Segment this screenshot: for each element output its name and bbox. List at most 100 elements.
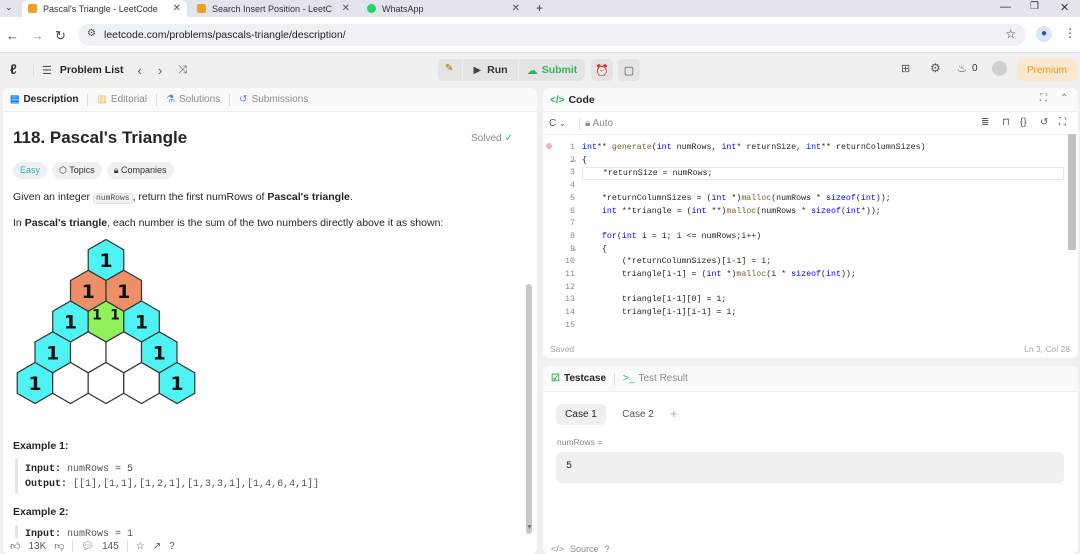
code-icon: </> [550,94,565,106]
fullscreen-icon[interactable]: ⛶ [1059,117,1066,128]
solved-label: Solved [471,133,502,144]
description-scrollbar[interactable] [526,284,532,534]
companies-chip[interactable]: 🔒︎ Companies [106,162,174,179]
description-footer: 👍︎ 13K 👎︎ 💬︎ 145 ☆ ↗ ? [3,538,537,554]
tab-solutions[interactable]: ⚗ Solutions [166,94,220,105]
site-info-icon[interactable]: ⚙ [87,28,96,39]
line-number: 3 [570,168,575,178]
run-label: Run [487,64,508,76]
case-2-tab[interactable]: Case 2 [613,404,663,425]
divider [229,93,231,106]
play-icon: ▶ [473,64,482,76]
browser-tab-whatsapp[interactable]: WhatsApp ✕ [361,0,526,17]
code-line: { [582,244,607,254]
problem-list-button[interactable]: Problem List [60,64,124,76]
minimize-button[interactable]: — [1000,1,1011,13]
line-number: 14 [565,308,575,318]
restore-button[interactable]: ❐ [1030,1,1039,12]
cloud-upload-icon: ☁ [526,64,538,77]
run-button[interactable]: ▶ Run [463,59,518,81]
back-icon[interactable]: ← [6,28,19,43]
leetcode-favicon [197,4,206,13]
code-editor[interactable]: 1 int** generate(int numRows, int* return… [543,140,1078,330]
code-line: int **triangle = (int **)malloc(numRows … [601,206,881,216]
param-value: 5 [566,461,573,472]
forward-icon[interactable]: → [31,28,44,43]
bookmark-icon[interactable]: ⊓ [1002,117,1010,128]
close-icon[interactable]: ✕ [342,3,350,14]
profile-avatar[interactable]: ● [1036,26,1052,42]
notes-button[interactable]: ▢ [618,59,640,81]
new-tab-button[interactable]: + [536,1,543,15]
code-line: triangle[i-1][0] = 1; [582,295,727,305]
param-input[interactable]: 5 [556,452,1064,483]
share-icon[interactable]: ↗ [153,541,161,552]
debug-button[interactable]: ✎ [438,59,462,81]
browser-tab-pascals[interactable]: Pascal's Triangle - LeetCode ✕ [22,0,187,17]
line-number: 5 [570,193,575,203]
chip-label: Companies [121,165,167,175]
help-icon[interactable]: ? [169,541,175,552]
editor-toolbar: C ⌄ 🔒︎ Auto ≣ ⊓ {} ↺ ⛶ [543,113,1078,135]
reload-icon[interactable]: ↻ [55,28,66,44]
case-1-tab[interactable]: Case 1 [556,404,606,425]
browser-menu-icon[interactable]: ⋮ [1064,26,1076,40]
code-line: triangle[i-1] = (int *)malloc(i * sizeof… [582,270,856,279]
topics-chip[interactable]: ⬡ Topics [52,162,102,179]
book-icon: ▥ [97,94,107,105]
submit-button[interactable]: ☁ Submit [519,59,585,81]
maximize-icon[interactable]: ⛶ [1040,93,1047,104]
format-icon[interactable]: ≣ [981,117,989,128]
code-tab-label: Code [568,94,595,106]
bookmark-star-icon[interactable]: ☆ [1005,27,1016,41]
leetcode-logo-icon[interactable]: ℓ [10,61,17,77]
reset-icon[interactable]: ↺ [1040,117,1048,128]
braces-icon[interactable]: {} [1020,117,1027,128]
checkbox-icon: ☑ [551,373,560,384]
editor-scrollbar[interactable] [1068,134,1076,250]
fold-chevron-icon[interactable]: ⌄ [571,155,578,164]
thumbs-down-icon[interactable]: 👎︎ [54,540,64,552]
scroll-down-arrow-icon[interactable]: ▼ [526,524,533,531]
source-toggle[interactable]: </> Source ? [551,544,610,554]
next-problem-icon[interactable]: › [158,63,162,78]
line-number: 13 [565,295,575,305]
browser-tab-search-insert[interactable]: Search Insert Position - LeetCode ✕ [191,0,356,17]
fold-chevron-icon[interactable]: ⌄ [571,244,578,253]
close-icon[interactable]: ✕ [173,3,181,14]
timer-button[interactable]: ⏰ [591,59,613,81]
tag-icon: ⬡ [59,165,70,175]
close-icon[interactable]: ✕ [512,3,520,14]
language-select[interactable]: C ⌄ [549,118,566,129]
autocomplete-mode[interactable]: 🔒︎ Auto [585,118,613,129]
output-value: [[1],[1,1],[1,2,1],[1,3,3,1],[1,4,6,4,1]… [73,479,320,490]
tab-title: Pascal's Triangle - LeetCode [43,3,158,14]
tab-description[interactable]: ▤ Description [10,94,78,105]
solved-status: Solved ✓ [471,133,513,144]
shuffle-icon[interactable]: ⤨ [178,64,187,77]
add-case-icon[interactable]: + [670,406,678,421]
settings-gear-icon[interactable]: ⚙ [930,61,941,75]
input-value: numRows = 5 [67,464,134,475]
streak-fire-icon[interactable]: ♨ [957,62,967,75]
code-header: </> Code ⛶ ⌃ [543,88,1078,112]
premium-label: Premium [1026,64,1067,76]
window-close-button[interactable]: ✕ [1060,1,1069,14]
prev-problem-icon[interactable]: ‹ [137,63,141,78]
collapse-up-icon[interactable]: ⌃ [1060,93,1068,104]
thumbs-up-icon[interactable]: 👍︎ [10,540,20,552]
tab-testcase[interactable]: ☑ Testcase [551,373,606,384]
tab-label: Solutions [179,94,221,105]
user-avatar[interactable] [992,61,1007,76]
comment-icon[interactable]: 💬︎ [81,541,94,552]
tab-submissions[interactable]: ↺ Submissions [239,94,308,105]
layout-grid-icon[interactable]: ⊞ [901,62,910,75]
tab-editorial[interactable]: ▥ Editorial [97,94,147,105]
code-tab[interactable]: </> Code [550,94,595,106]
tab-search-icon[interactable]: ⌄ [5,2,13,13]
url-field[interactable]: ⚙ leetcode.com/problems/pascals-triangle… [78,24,1026,46]
tab-test-result[interactable]: >_ Test Result [623,373,688,384]
star-icon[interactable]: ☆ [136,541,145,552]
premium-button[interactable]: Premium [1017,59,1077,81]
chip-label: Topics [69,165,95,175]
